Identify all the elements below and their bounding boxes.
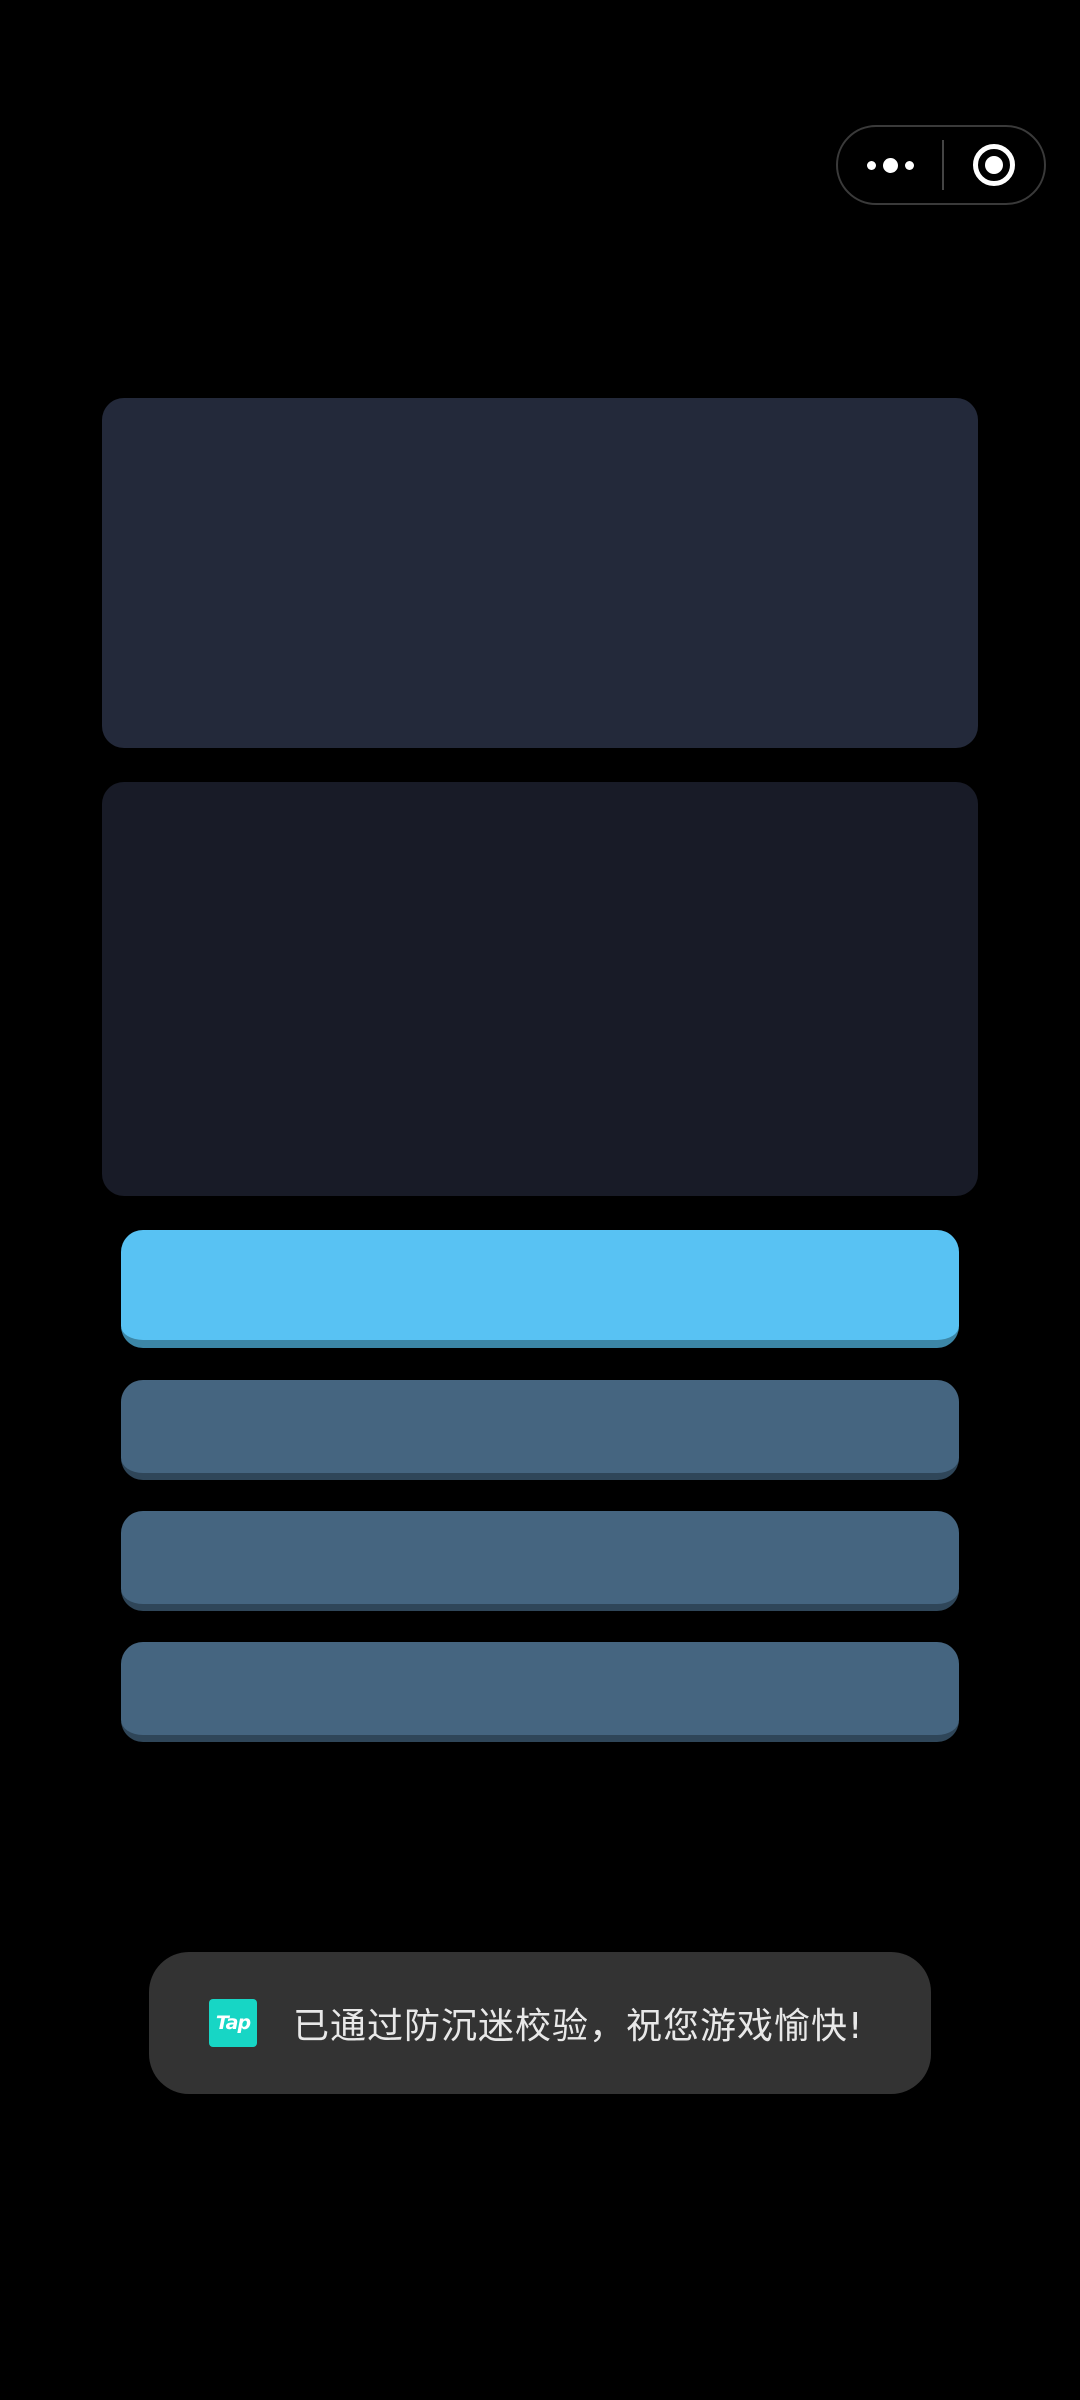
bottom-panel	[102, 782, 978, 1196]
primary-button[interactable]	[121, 1230, 959, 1348]
more-dots-icon	[866, 160, 876, 170]
miniprogram-capsule	[836, 125, 1046, 205]
more-dots-icon-right	[904, 160, 914, 170]
toast-message: 已通过防沉迷校验，祝您游戏愉快!	[293, 2006, 864, 2047]
more-dots-icon-center	[882, 157, 898, 173]
close-miniprogram-button[interactable]	[944, 127, 1044, 203]
anti-addiction-toast: Tap 已通过防沉迷校验，祝您游戏愉快!	[149, 1952, 931, 2094]
more-button[interactable]	[838, 127, 942, 203]
secondary-button-3[interactable]	[121, 1642, 959, 1742]
top-panel	[102, 398, 978, 748]
target-core	[985, 156, 1003, 174]
taptap-logo-icon: Tap	[209, 1999, 257, 2047]
secondary-button-2[interactable]	[121, 1511, 959, 1611]
target-circle-icon	[973, 144, 1015, 186]
secondary-button-1[interactable]	[121, 1380, 959, 1480]
